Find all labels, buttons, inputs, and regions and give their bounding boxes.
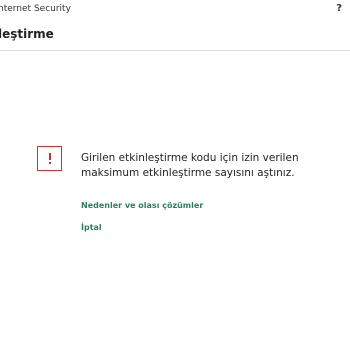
app-title: nternet Security	[0, 4, 71, 14]
error-message: Girilen etkinleştirme kodu için izin ver…	[81, 152, 299, 179]
cancel-link[interactable]: İptal	[81, 223, 102, 232]
warning-icon-bar	[49, 153, 51, 160]
help-icon[interactable]: ?	[336, 3, 342, 14]
activation-window: nternet Security ? leştirme Girilen etki…	[0, 0, 350, 350]
title-bar: nternet Security ?	[0, 0, 350, 20]
page-title: leştirme	[0, 27, 54, 41]
warning-icon	[37, 146, 62, 171]
reasons-and-solutions-link[interactable]: Nedenler ve olası çözümler	[81, 201, 203, 210]
header-divider	[0, 50, 350, 51]
warning-icon-dot	[49, 162, 51, 164]
